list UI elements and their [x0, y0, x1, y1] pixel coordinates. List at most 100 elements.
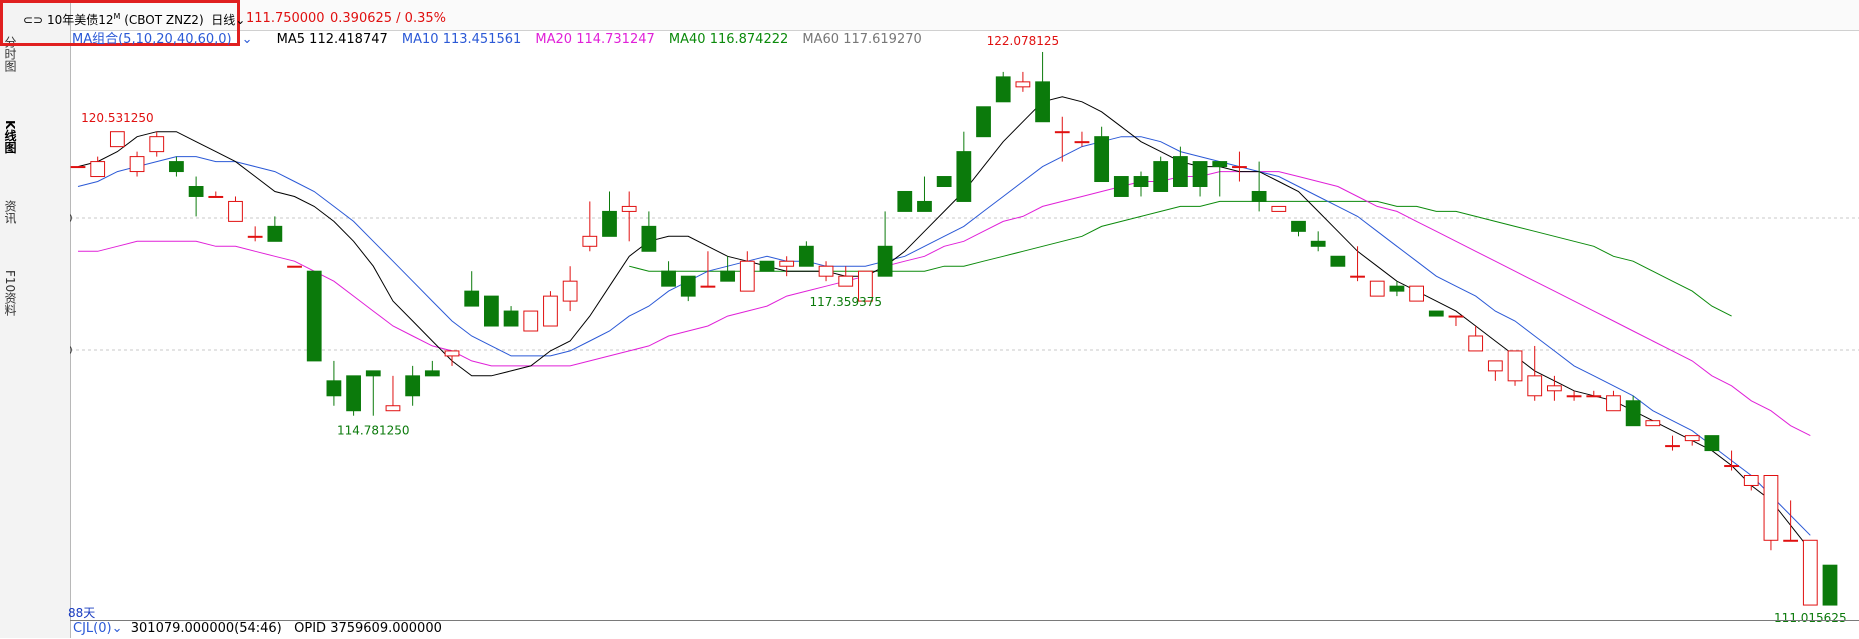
- candle-body: [1271, 205, 1287, 212]
- candle-body: [720, 270, 736, 282]
- candle-body: [1291, 220, 1306, 232]
- chevron-down-icon[interactable]: ⌄: [112, 621, 123, 636]
- candle-body: [1606, 395, 1621, 412]
- candle-body: [1409, 285, 1424, 302]
- price-change: 0.390625 / 0.35%: [330, 11, 446, 26]
- candle-body: [641, 225, 657, 252]
- candle-body: [444, 350, 460, 357]
- candle-body: [484, 295, 499, 327]
- candle-body: [818, 265, 834, 277]
- candle-body: [1507, 350, 1523, 382]
- opid-value: OPID 3759609.000000: [294, 621, 442, 636]
- candle-body: [680, 275, 696, 297]
- candle-body: [1625, 400, 1641, 427]
- candlestick-chart[interactable]: 18.750000 15.625000 120.531250 114.781250 12…: [70, 30, 1859, 622]
- left-sidebar: 分时图 K线图 资讯 F10资料: [0, 0, 71, 638]
- candle-body: [1310, 240, 1326, 247]
- candle-body: [1153, 161, 1169, 192]
- ma10-line: [77, 136, 1811, 536]
- visible-days-label: 88天: [68, 606, 96, 620]
- candle-body: [1330, 255, 1346, 267]
- candle-body: [602, 210, 617, 237]
- candle-body: [1251, 190, 1267, 202]
- candle-body: [1232, 166, 1247, 169]
- candle-body: [877, 245, 893, 277]
- candle-body: [464, 290, 480, 307]
- contract-selector[interactable]: ⊂⊃ 10年美债12M (CBOT ZNZ2) 日线⌄: [23, 11, 245, 28]
- candle-body: [1192, 161, 1208, 188]
- candle-body: [700, 285, 716, 288]
- candle-body: [385, 405, 401, 412]
- candle-body: [1448, 315, 1464, 318]
- candle-body: [1566, 395, 1582, 398]
- instrument-name: 10年美债12: [46, 13, 114, 27]
- price-annotation: 120.531250: [81, 111, 154, 125]
- chevron-down-icon[interactable]: ⌄: [235, 13, 245, 27]
- candle-body: [1015, 81, 1031, 88]
- price-annotation: 117.359375: [809, 295, 882, 309]
- indicator-bar: CJL(0)⌄ 301079.000000(54:46) OPID 375960…: [70, 620, 1859, 639]
- candle-body: [129, 156, 145, 173]
- candle-body: [1389, 285, 1405, 292]
- candle-body: [503, 310, 519, 327]
- candle-body: [936, 176, 952, 188]
- last-price: 111.750000: [246, 11, 325, 26]
- candle-body: [1074, 141, 1090, 144]
- candle-body: [1054, 131, 1070, 134]
- candle-body: [149, 136, 165, 153]
- candle-body: [208, 195, 224, 198]
- candle-body: [582, 235, 598, 247]
- candle-body: [1487, 360, 1503, 372]
- candle-body: [1350, 275, 1365, 278]
- candle-body: [405, 375, 421, 397]
- candle-body: [70, 166, 86, 169]
- candle-body: [897, 190, 913, 212]
- candle-body: [523, 310, 539, 332]
- tab-kline[interactable]: K线图: [0, 120, 17, 153]
- candle-body: [247, 235, 263, 238]
- candle-body: [424, 370, 440, 377]
- candle-body: [838, 275, 854, 287]
- candle-body: [1094, 136, 1110, 183]
- candle-body: [1724, 465, 1739, 468]
- candle-body: [169, 161, 184, 173]
- candle-body: [1527, 375, 1543, 397]
- candle-body: [779, 260, 795, 267]
- candle-body: [1684, 435, 1700, 442]
- indicator-selector[interactable]: CJL(0)⌄: [73, 621, 122, 636]
- volume-value: 301079.000000(54:46): [130, 621, 282, 636]
- candle-body: [917, 200, 932, 212]
- tab-news[interactable]: 资讯: [0, 200, 17, 224]
- candle-body: [228, 200, 243, 222]
- candle-body: [109, 131, 125, 148]
- candle-body: [1802, 539, 1818, 606]
- candle-body: [326, 380, 342, 397]
- candle-body: [365, 370, 381, 377]
- candle-body: [1369, 280, 1385, 297]
- tab-f10[interactable]: F10资料: [0, 270, 17, 316]
- period-label[interactable]: 日线: [211, 13, 235, 27]
- candle-body: [1586, 395, 1602, 398]
- candle-body: [1172, 156, 1188, 187]
- price-annotation: 114.781250: [337, 424, 410, 438]
- candle-body: [543, 295, 558, 327]
- candle-body: [1212, 161, 1228, 168]
- candle-body: [267, 225, 283, 242]
- candle-body: [976, 106, 991, 138]
- candle-body: [90, 161, 106, 178]
- candle-body: [1665, 445, 1680, 448]
- y-tick-label: 18.750000: [70, 212, 73, 225]
- candle-body: [956, 151, 972, 202]
- ma5-line: [77, 96, 1811, 551]
- candle-body: [1133, 176, 1149, 188]
- indicator-label: CJL(0): [73, 621, 112, 636]
- candle-body: [759, 260, 775, 272]
- candle-body: [1783, 539, 1799, 542]
- instrument-sup: M: [113, 12, 121, 21]
- price-annotation: 122.078125: [987, 34, 1060, 48]
- candle-body: [1763, 475, 1779, 541]
- candle-body: [1468, 335, 1484, 352]
- candle-body: [306, 270, 322, 362]
- candle-body: [1428, 310, 1444, 317]
- candle-body: [188, 186, 204, 197]
